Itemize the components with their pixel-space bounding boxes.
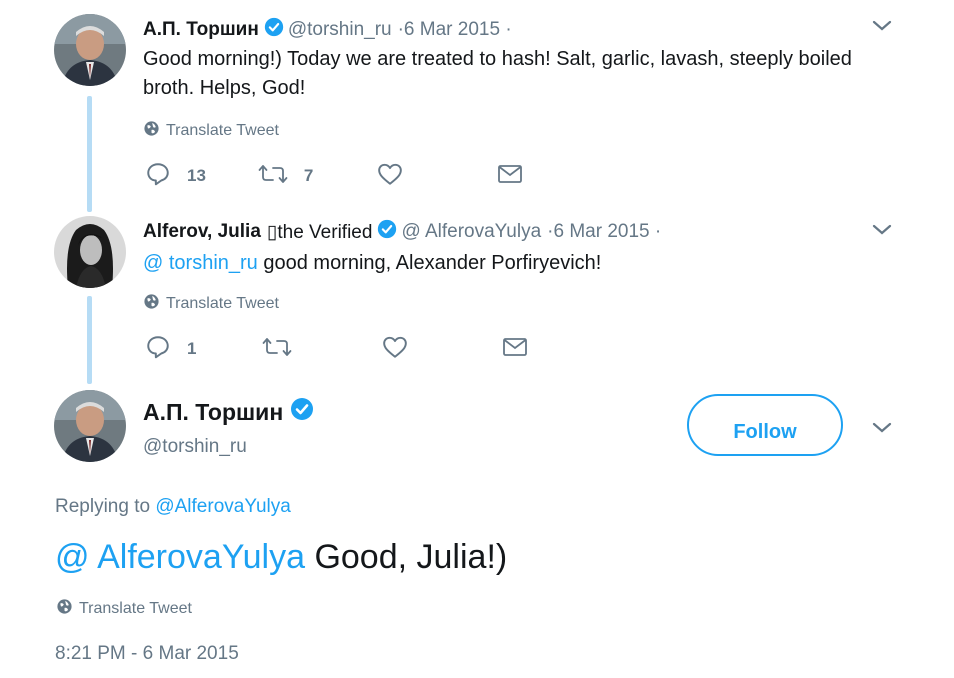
reply-count: 1 [187,339,197,358]
tweet-actions: 1 [145,334,528,364]
reply-button[interactable]: 13 [145,161,206,192]
retweet-icon [258,161,288,192]
mention-link[interactable]: @ torshin_ru [143,252,258,274]
tweet-text: @ torshin_ru good morning, Alexander Por… [143,249,903,278]
author-name[interactable]: А.П. Торшин [143,19,259,41]
avatar[interactable] [54,390,126,462]
avatar[interactable] [54,216,126,288]
like-icon [377,162,403,191]
globe-icon [143,293,166,315]
retweet-icon [262,334,292,365]
dm-button[interactable] [502,336,528,363]
retweet-button[interactable]: 7 [258,161,313,192]
like-icon [382,335,408,364]
author-handle[interactable]: @torshin_ru [143,436,247,458]
thread-line [87,96,92,212]
author-name-suffix: ▯the Verified [266,221,373,243]
mention-link[interactable]: @ AlferovaYulya [55,538,305,576]
reply-button[interactable]: 1 [145,334,196,365]
dm-button[interactable] [497,163,523,190]
author-handle[interactable]: @ AlferovaYulya [401,221,541,243]
translate-tweet-link[interactable]: Translate Tweet [56,598,192,620]
verified-icon [290,397,314,427]
tweet-header: Alferov, Julia ▯the Verified @ AlferovaY… [143,219,661,245]
follow-button[interactable]: Follow [687,394,843,456]
author-name[interactable]: Alferov, Julia [143,221,261,243]
translate-tweet-link[interactable]: Translate Tweet [143,293,279,315]
tweet-date[interactable]: ·6 Mar 2015 · [398,19,512,41]
chevron-down-icon[interactable] [871,420,893,441]
verified-icon [264,17,284,43]
translate-tweet-link[interactable]: Translate Tweet [143,120,279,142]
dm-icon [502,336,528,363]
chevron-down-icon[interactable] [871,222,893,243]
replying-prefix: Replying to [55,496,156,517]
reply-icon [145,161,171,192]
tweet-text: Good morning!) Today we are treated to h… [143,48,852,99]
translate-label: Translate Tweet [166,122,279,139]
author-handle[interactable]: @torshin_ru [288,19,392,41]
main-tweet-text: @ AlferovaYulya Good, Julia!) [55,538,507,577]
tweet-text-body: good morning, Alexander Porfiryevich! [257,252,602,274]
reply-icon [145,334,171,365]
like-button[interactable] [382,335,408,364]
author-name-row: А.П. Торшин [143,397,318,427]
globe-icon [143,120,166,142]
replying-to: Replying to @AlferovaYulya [55,496,291,518]
dm-icon [497,163,523,190]
tweet-date[interactable]: ·6 Mar 2015 · [547,221,661,243]
retweet-button[interactable] [262,334,292,365]
replying-to-link[interactable]: @AlferovaYulya [155,496,290,517]
avatar[interactable] [54,14,126,86]
tweet-header: А.П. Торшин @torshin_ru ·6 Mar 2015 · [143,17,512,43]
retweet-count: 7 [303,166,314,185]
chevron-down-icon[interactable] [871,18,893,39]
author-name[interactable]: А.П. Торшин [143,399,283,426]
thread-line [87,296,92,384]
globe-icon [56,598,79,620]
like-button[interactable] [377,162,403,191]
tweet-timestamp[interactable]: 8:21 PM - 6 Mar 2015 [55,643,239,665]
translate-label: Translate Tweet [79,600,192,617]
reply-count: 13 [187,166,206,185]
main-tweet-body: Good, Julia!) [305,538,508,576]
translate-label: Translate Tweet [166,295,279,312]
tweet-actions: 13 7 [145,161,523,191]
verified-icon [377,219,397,245]
